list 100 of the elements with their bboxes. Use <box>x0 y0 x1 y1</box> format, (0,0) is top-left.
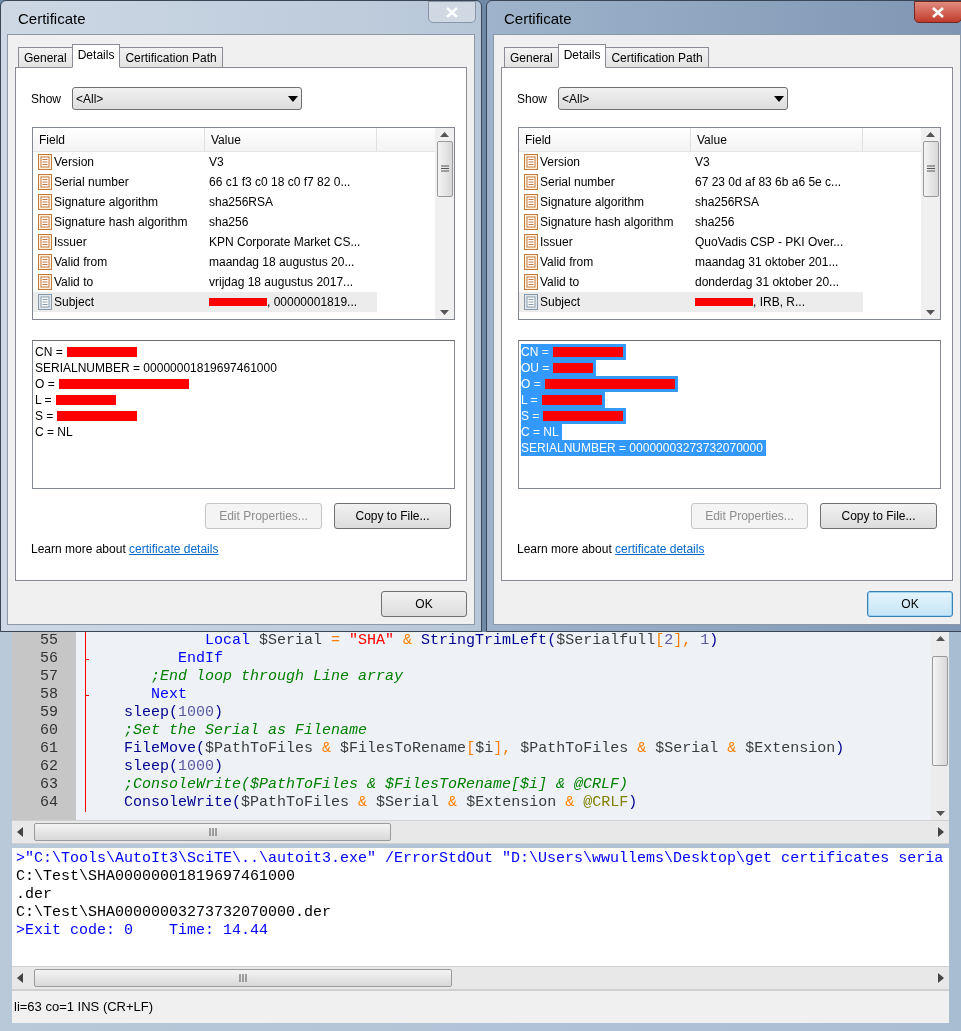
output-line: >"C:\Tools\AutoIt3\SciTE\..\autoit3.exe" /ErrorStdOut "D:\Users\wwullems\Desktop\get certificates seria <box>16 850 945 868</box>
scroll-right-icon[interactable] <box>937 827 945 837</box>
horizontal-scrollbar[interactable] <box>12 966 949 990</box>
show-label: Show <box>517 90 549 108</box>
vertical-scrollbar[interactable] <box>921 128 940 319</box>
field-name: Issuer <box>540 234 573 251</box>
dialog-button[interactable]: Copy to File... <box>820 503 937 529</box>
ok-button[interactable]: OK <box>381 591 467 617</box>
field-value: sha256RSA <box>209 194 274 211</box>
document-icon <box>524 254 538 270</box>
close-icon <box>446 6 458 18</box>
grip-icon <box>208 828 217 836</box>
field-value: , 00000001819... <box>267 294 358 311</box>
scroll-down-icon[interactable] <box>440 310 449 315</box>
document-icon <box>38 234 52 250</box>
code-line: EndIf <box>177 650 225 668</box>
redaction-bar <box>66 347 137 357</box>
code-line: ConsoleWrite($PathToFiles & $Serial & $Extension & @CRLF) <box>123 794 639 812</box>
details-line: O = <box>35 376 192 392</box>
scrollbar-thumb[interactable] <box>922 140 939 197</box>
line-number: 58 <box>39 686 59 704</box>
code-line: sleep(1000) <box>123 704 225 722</box>
scrollbar-thumb[interactable] <box>34 823 391 841</box>
line-number: 59 <box>39 704 59 722</box>
ok-button[interactable]: OK <box>867 591 953 617</box>
document-icon <box>524 194 538 210</box>
vertical-scrollbar[interactable] <box>931 632 949 820</box>
status-text: li=63 co=1 INS (CR+LF) <box>14 998 154 1017</box>
field-name: Serial number <box>54 174 129 191</box>
tab[interactable]: General <box>18 47 73 68</box>
dropdown-caret-icon <box>288 95 298 102</box>
grip-icon <box>926 165 935 172</box>
tab[interactable]: Details <box>71 44 121 68</box>
field-name: Subject <box>54 294 95 311</box>
redaction-bar <box>541 395 602 405</box>
document-icon <box>38 194 52 210</box>
scroll-up-icon[interactable] <box>440 132 449 137</box>
field-value: sha256RSA <box>695 194 760 211</box>
scroll-up-icon[interactable] <box>926 132 935 137</box>
scrollbar-thumb[interactable] <box>436 140 453 197</box>
learn-more-text: Learn more about certificate details <box>31 541 220 558</box>
field-name: Version <box>540 154 581 171</box>
field-value: , IRB, R... <box>753 294 805 311</box>
field-name: Valid to <box>540 274 580 291</box>
tab[interactable]: Details <box>557 44 607 68</box>
scrollbar-thumb[interactable] <box>932 656 948 766</box>
scroll-up-icon[interactable] <box>935 636 945 641</box>
grip-icon <box>440 165 449 172</box>
field-value: 67 23 0d af 83 6b a6 5e c... <box>695 174 842 191</box>
output-line: C:\Test\SHA00000001819697461000 <box>16 868 297 886</box>
details-text-box[interactable]: CN = SERIALNUMBER = 00000001819697461000 O = L = S = C = NL <box>32 340 455 489</box>
redaction-bar <box>55 395 116 405</box>
field-value: 66 c1 f3 c0 18 c0 f7 82 0... <box>209 174 351 191</box>
document-icon <box>524 174 538 190</box>
scroll-down-icon[interactable] <box>926 310 935 315</box>
vertical-scrollbar[interactable] <box>435 128 454 319</box>
field-name: Version <box>54 154 95 171</box>
scrollbar-thumb[interactable] <box>34 969 452 987</box>
learn-more-text: Learn more about certificate details <box>517 541 706 558</box>
document-icon <box>524 154 538 170</box>
tab[interactable]: Certification Path <box>119 47 223 68</box>
line-number: 55 <box>39 632 59 650</box>
tab[interactable]: General <box>504 47 559 68</box>
scroll-down-icon[interactable] <box>935 811 945 816</box>
field-value: sha256 <box>695 214 735 231</box>
show-dropdown[interactable]: <All> <box>72 87 302 110</box>
code-line: FileMove($PathToFiles & $FilesToRename[$i], $PathToFiles & $Serial & $Extension) <box>123 740 846 758</box>
code-line: Local $Serial = "SHA" & StringTrimLeft($Serialfull[2], 1) <box>204 632 720 650</box>
column-header[interactable]: Field <box>519 128 691 151</box>
field-name: Serial number <box>540 174 615 191</box>
show-dropdown[interactable]: <All> <box>558 87 788 110</box>
certificate-details-link[interactable]: certificate details <box>129 542 219 556</box>
field-value: maandag 18 augustus 20... <box>209 254 355 271</box>
column-header[interactable]: Value <box>205 128 377 151</box>
tab[interactable]: Certification Path <box>605 47 709 68</box>
horizontal-scrollbar[interactable] <box>12 820 949 844</box>
field-value: sha256 <box>209 214 249 231</box>
field-name: Signature hash algorithm <box>540 214 674 231</box>
field-row[interactable]: Subject , IRB, R... <box>519 292 863 312</box>
code-line: ;End loop through Line array <box>150 668 405 686</box>
certificate-details-link[interactable]: certificate details <box>615 542 705 556</box>
field-value: donderdag 31 oktober 20... <box>695 274 840 291</box>
field-value: KPN Corporate Market CS... <box>209 234 361 251</box>
line-number: 62 <box>39 758 59 776</box>
field-name: Subject <box>540 294 581 311</box>
dialog-button[interactable]: Copy to File... <box>334 503 451 529</box>
column-header[interactable]: Field <box>33 128 205 151</box>
field-name: Valid from <box>540 254 594 271</box>
line-number: 64 <box>39 794 59 812</box>
column-header[interactable]: Value <box>691 128 863 151</box>
scroll-left-icon[interactable] <box>16 973 24 983</box>
document-icon <box>38 294 52 310</box>
field-row[interactable]: Subject , 00000001819... <box>33 292 377 312</box>
scroll-left-icon[interactable] <box>16 827 24 837</box>
scroll-right-icon[interactable] <box>937 973 945 983</box>
line-number: 56 <box>39 650 59 668</box>
document-icon <box>524 234 538 250</box>
close-button[interactable] <box>914 1 961 23</box>
document-icon <box>524 214 538 230</box>
field-value: vrijdag 18 augustus 2017... <box>209 274 354 291</box>
